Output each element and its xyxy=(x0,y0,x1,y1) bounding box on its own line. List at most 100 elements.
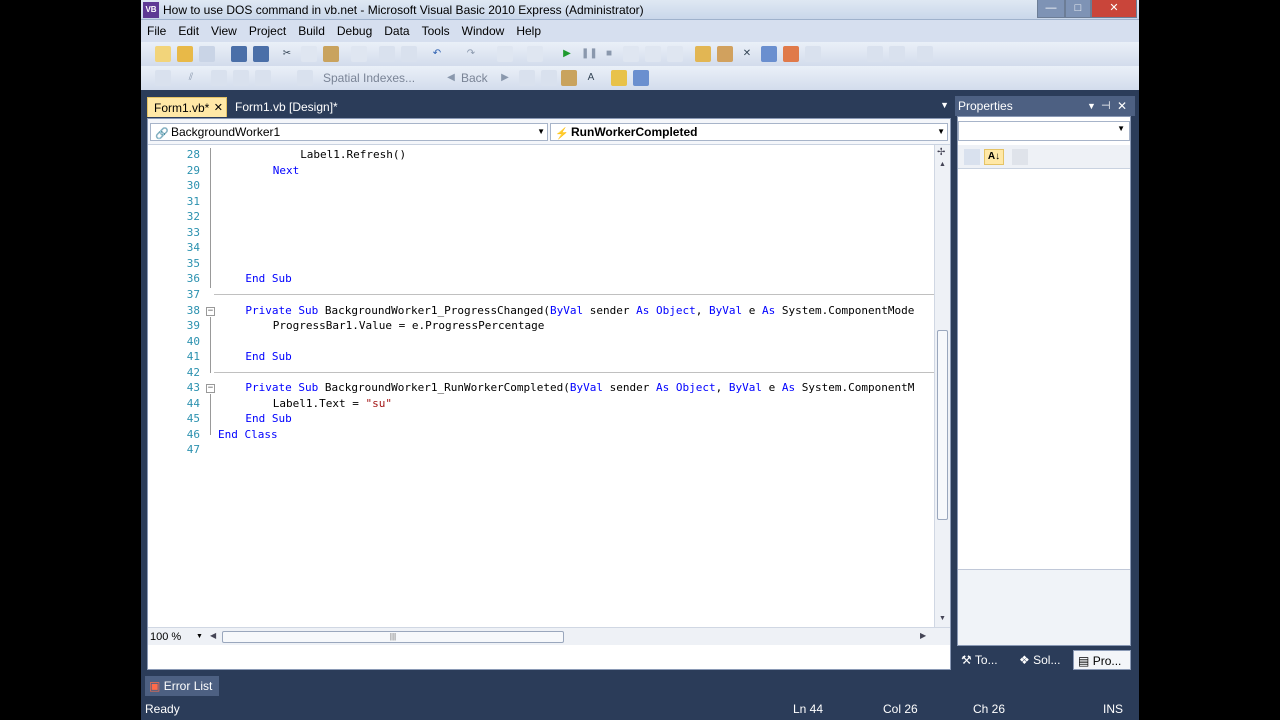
indexes-icon[interactable] xyxy=(233,70,249,86)
vertical-scroll-thumb[interactable] xyxy=(937,330,948,520)
scroll-left-icon[interactable]: ◀ xyxy=(210,631,216,640)
comment-icon[interactable] xyxy=(379,46,395,62)
close-window-button[interactable]: ✕ xyxy=(1091,0,1137,18)
back-button[interactable]: Back xyxy=(461,71,488,85)
minimize-button[interactable]: — xyxy=(1037,0,1065,18)
properties-window-icon[interactable] xyxy=(717,46,733,62)
history-icon[interactable] xyxy=(541,70,557,86)
extension-manager-icon[interactable] xyxy=(805,46,821,62)
split-icon[interactable]: ✢ xyxy=(937,147,945,158)
tab-overflow-icon[interactable]: ▼ xyxy=(940,100,949,110)
copy-icon[interactable] xyxy=(301,46,317,62)
code-line[interactable]: 46 End Class xyxy=(148,428,934,444)
object-browser-icon[interactable] xyxy=(761,46,777,62)
tab-form1-vb[interactable]: Form1.vb* ✕ xyxy=(147,97,227,117)
save-icon[interactable] xyxy=(231,46,247,62)
code-line[interactable]: 31 xyxy=(148,195,934,211)
code-line[interactable]: 29 Next xyxy=(148,164,934,180)
close-panel-icon[interactable]: ✕ xyxy=(1117,96,1127,116)
collapse-icon[interactable]: − xyxy=(206,384,215,394)
constraints-icon[interactable] xyxy=(255,70,271,86)
back-arrow-icon[interactable]: ◀ xyxy=(443,70,459,86)
new-project-icon[interactable] xyxy=(155,46,171,62)
relationships-icon[interactable] xyxy=(211,70,227,86)
class-name-combo[interactable]: 🔗 BackgroundWorker1 ▼ xyxy=(150,123,548,141)
add-item-icon[interactable] xyxy=(199,46,215,62)
property-pages-icon[interactable] xyxy=(1012,149,1028,165)
forward-arrow-icon[interactable]: ▶ xyxy=(497,70,513,86)
help-favorites-icon[interactable] xyxy=(633,70,649,86)
code-line[interactable]: 44 Label1.Text = "su" xyxy=(148,397,934,413)
query-icon[interactable] xyxy=(155,70,171,86)
code-line[interactable]: 30 xyxy=(148,179,934,195)
object-selector-combo[interactable]: ▼ xyxy=(958,121,1130,141)
redo-icon[interactable]: ↷ xyxy=(463,46,479,62)
uncomment-icon[interactable] xyxy=(401,46,417,62)
alphabetical-icon[interactable]: A↓ xyxy=(984,149,1004,165)
solution-explorer-icon[interactable] xyxy=(695,46,711,62)
font-size-icon[interactable]: A xyxy=(583,70,599,86)
menu-project[interactable]: Project xyxy=(243,20,292,42)
method-name-combo[interactable]: ⚡ RunWorkerCompleted ▼ xyxy=(550,123,948,141)
format-icon[interactable] xyxy=(917,46,933,62)
code-line[interactable]: 43− Private Sub BackgroundWorker1_RunWork… xyxy=(148,381,934,397)
menu-help[interactable]: Help xyxy=(510,20,547,42)
tab-properties[interactable]: ▤ Pro... xyxy=(1073,650,1131,670)
pin-icon[interactable]: ⊣ xyxy=(1101,96,1111,116)
layout-icon[interactable] xyxy=(867,46,883,62)
step-into-icon[interactable] xyxy=(623,46,639,62)
code-line[interactable]: 39 ProgressBar1.Value = e.ProgressPercent… xyxy=(148,319,934,335)
stop-debugging-icon[interactable]: ■ xyxy=(601,46,617,62)
code-line[interactable]: 36 End Sub xyxy=(148,272,934,288)
code-area[interactable]: 28 Label1.Refresh() 29 Next 30 31 32 33 34 35 36 En… xyxy=(148,145,934,627)
menu-edit[interactable]: Edit xyxy=(172,20,205,42)
sync-icon[interactable] xyxy=(519,70,535,86)
error-list-tab[interactable]: ▣ Error List xyxy=(145,676,219,696)
code-line[interactable]: 47 xyxy=(148,443,934,459)
open-folder-icon[interactable] xyxy=(177,46,193,62)
tab-order-icon[interactable] xyxy=(889,46,905,62)
zoom-combo[interactable]: 100 % ▼ xyxy=(150,630,206,644)
vertical-scrollbar[interactable]: ✢ ▲ ▼ xyxy=(934,145,950,627)
code-line[interactable]: 41 End Sub xyxy=(148,350,934,366)
spatial-index-icon[interactable] xyxy=(297,70,313,86)
menu-debug[interactable]: Debug xyxy=(331,20,378,42)
menu-window[interactable]: Window xyxy=(456,20,511,42)
code-line[interactable]: 33 xyxy=(148,226,934,242)
start-page-icon[interactable] xyxy=(783,46,799,62)
save-all-icon[interactable] xyxy=(253,46,269,62)
find-icon[interactable] xyxy=(351,46,367,62)
code-line[interactable]: 42 xyxy=(148,366,934,382)
code-line[interactable]: 34 xyxy=(148,241,934,257)
menu-view[interactable]: View xyxy=(205,20,243,42)
search-icon[interactable] xyxy=(561,70,577,86)
step-out-icon[interactable] xyxy=(667,46,683,62)
cut-icon[interactable]: ✂ xyxy=(279,46,295,62)
scroll-right-icon[interactable]: ▶ xyxy=(920,631,926,640)
horizontal-scroll-thumb[interactable]: ||| xyxy=(222,631,564,643)
filter-icon[interactable]: ⫽ xyxy=(183,70,199,86)
menu-tools[interactable]: Tools xyxy=(416,20,456,42)
code-line[interactable]: 28 Label1.Refresh() xyxy=(148,148,934,164)
menu-data[interactable]: Data xyxy=(378,20,415,42)
maximize-button[interactable]: □ xyxy=(1065,0,1091,18)
step-over-icon[interactable] xyxy=(645,46,661,62)
ask-question-icon[interactable] xyxy=(611,70,627,86)
menu-build[interactable]: Build xyxy=(292,20,331,42)
tab-toolbox[interactable]: ⚒ To... xyxy=(957,650,1013,670)
categorized-icon[interactable] xyxy=(964,149,980,165)
break-all-icon[interactable]: ❚❚ xyxy=(581,46,598,62)
toolbox-icon[interactable]: ✕ xyxy=(739,46,755,62)
close-tab-icon[interactable]: ✕ xyxy=(214,98,223,118)
code-line[interactable]: 35 xyxy=(148,257,934,273)
code-line[interactable]: 37 xyxy=(148,288,934,304)
code-line[interactable]: 45 End Sub xyxy=(148,412,934,428)
tab-form1-design[interactable]: Form1.vb [Design]* xyxy=(229,97,344,117)
menu-file[interactable]: File xyxy=(141,20,172,42)
navigate-backward-icon[interactable] xyxy=(497,46,513,62)
undo-icon[interactable]: ↶ xyxy=(429,46,445,62)
spatial-indexes-label[interactable]: Spatial Indexes... xyxy=(323,71,415,85)
tab-solution-explorer[interactable]: ❖ Sol... xyxy=(1015,650,1071,670)
start-debugging-icon[interactable]: ▶ xyxy=(559,46,575,62)
paste-icon[interactable] xyxy=(323,46,339,62)
